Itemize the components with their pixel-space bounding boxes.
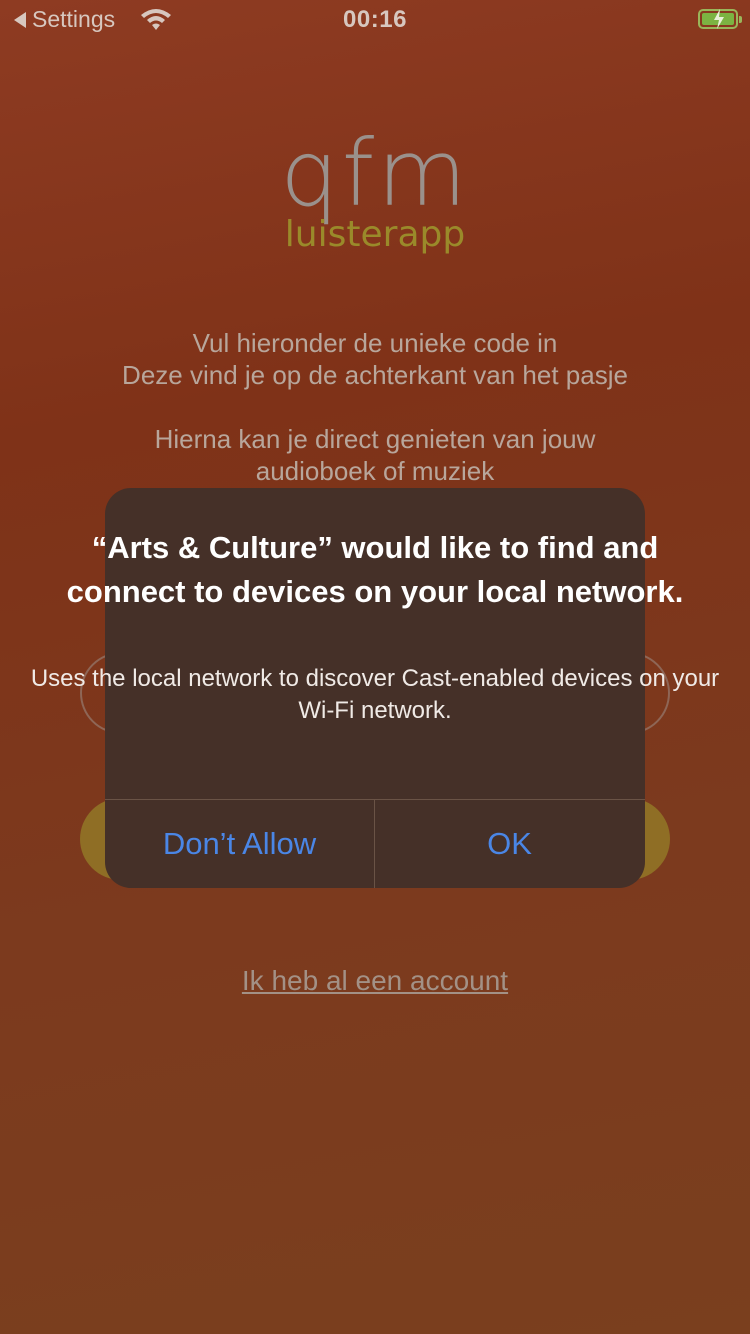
instructions-block: Vul hieronder de unieke code in Deze vin… [0, 327, 750, 391]
status-time: 00:16 [343, 6, 407, 33]
status-bar: Settings 00:16 [0, 0, 750, 40]
app-logo: qfm luisterapp [0, 120, 750, 256]
instruction-line: audioboek of muziek [255, 456, 495, 486]
logo-wordmark: qfm [280, 120, 470, 227]
instructions-block-2: Hierna kan je direct genieten van jouw a… [0, 423, 750, 487]
ok-button[interactable]: OK [375, 800, 644, 888]
alert-title: “Arts & Culture” would like to find and … [66, 530, 684, 609]
instruction-line: Deze vind je op de achterkant van het pa… [122, 360, 628, 390]
battery-charging-icon [698, 9, 742, 29]
alert-message: Uses the local network to discover Cast-… [30, 665, 720, 724]
logo-tagline: luisterapp [284, 214, 466, 255]
dont-allow-button[interactable]: Don’t Allow [105, 800, 374, 888]
existing-account-link[interactable]: Ik heb al een account [0, 965, 750, 997]
instruction-line: Vul hieronder de unieke code in [192, 328, 558, 358]
instruction-line: Hierna kan je direct genieten van jouw [154, 424, 596, 454]
